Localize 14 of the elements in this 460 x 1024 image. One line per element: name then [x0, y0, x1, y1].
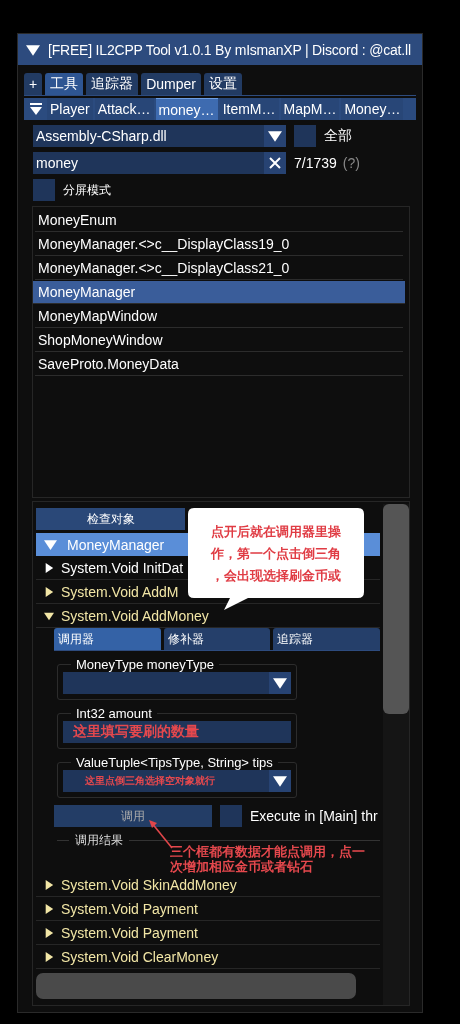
- checkbox-label: 分屏模式: [63, 181, 111, 199]
- annotation-text: 这里点倒三角选择空对象就行: [84, 774, 215, 788]
- window-title: [FREE] IL2CPP Tool v1.0.1 By mIsmanXP | Discord : @cat.ll: [48, 41, 411, 58]
- class-name: MoneyManager: [67, 536, 165, 553]
- section-label: 调用结果: [75, 831, 123, 849]
- checkbox-label: Execute in [Main] thr: [250, 808, 378, 824]
- param-label: Int32 amount: [75, 706, 153, 721]
- annotation-text: 这里填写要刷的数量: [72, 723, 199, 741]
- annotation-text: 点开后就在调用器里操作，第一个点击倒三角，会出现选择刷金币或: [211, 524, 341, 583]
- param-label: MoneyType moneyType: [75, 657, 216, 672]
- result-count: 7/1739: [294, 155, 337, 171]
- annotation-text: 三个框都有数据才能点调用，点一次增加相应金币或者钻石: [170, 845, 366, 875]
- checkbox-label: 全部: [324, 127, 352, 145]
- param-label: ValueTuple<TipsType, String> tips: [75, 755, 274, 770]
